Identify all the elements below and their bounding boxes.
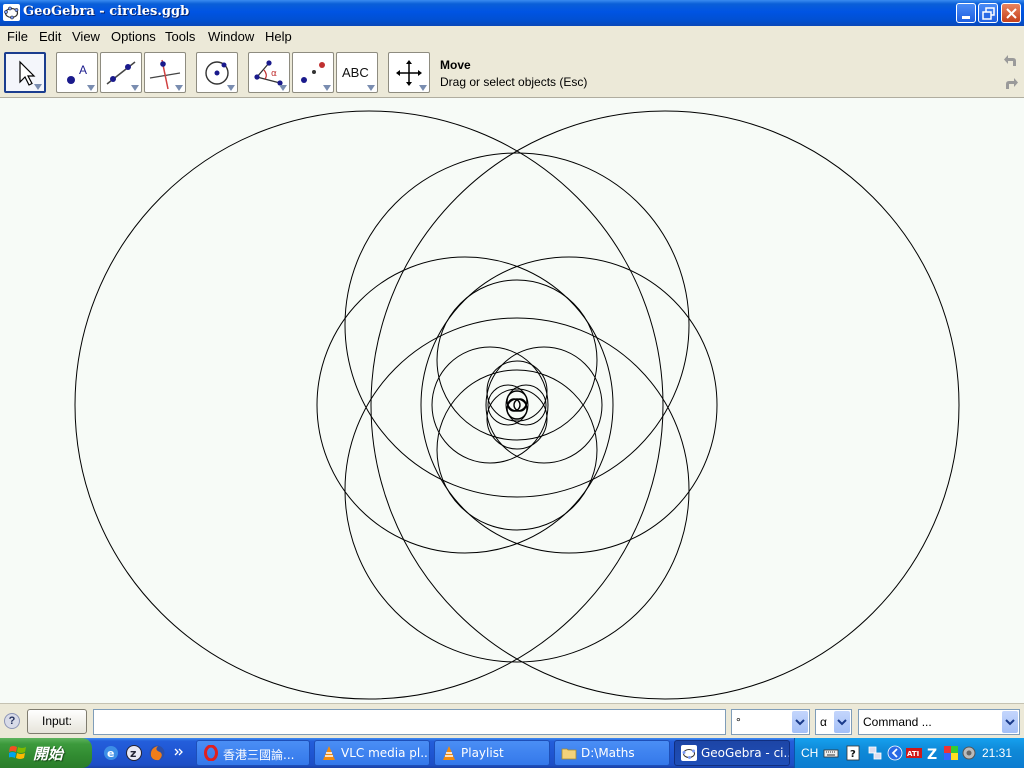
ie-icon[interactable]: e — [102, 744, 120, 762]
menu-tools[interactable]: Tools — [165, 29, 195, 44]
network-icon[interactable] — [867, 745, 883, 761]
menu-edit[interactable]: Edit — [39, 29, 61, 44]
circles-drawing[interactable] — [0, 98, 1024, 703]
text-tool-label: ABC — [342, 65, 369, 80]
redo-button[interactable] — [1002, 75, 1020, 93]
greek-combo[interactable]: α — [815, 709, 852, 735]
task-label: Playlist — [461, 746, 504, 760]
input-field[interactable] — [93, 709, 726, 735]
svg-text:z: z — [130, 747, 136, 760]
folder-icon — [561, 748, 577, 760]
task-vlc[interactable]: VLC media pl... — [314, 740, 430, 766]
color-squares-icon[interactable] — [943, 745, 959, 761]
start-button[interactable]: 開始 — [0, 738, 92, 768]
zonealarm-icon[interactable]: Z — [925, 745, 941, 761]
svg-text:e: e — [107, 747, 114, 760]
input-label-button[interactable]: Input: — [27, 709, 87, 734]
geometry-circle-5[interactable] — [316, 256, 614, 554]
close-button[interactable] — [1001, 3, 1021, 23]
geometry-circle-1[interactable] — [74, 110, 664, 700]
restore-button[interactable] — [978, 3, 998, 23]
point-label: A — [79, 63, 87, 77]
input-bar: ? Input: ° α Command ... — [0, 703, 1024, 738]
language-indicator[interactable]: CH — [801, 746, 818, 760]
task-label: VLC media pl... — [341, 746, 430, 760]
chevron-right-icon[interactable] — [173, 744, 185, 762]
system-tray: CH ? ATI Z 21:31 — [794, 738, 1024, 768]
tool-help-description: Drag or select objects (Esc) — [440, 75, 588, 89]
greek-combo-value: α — [820, 715, 827, 729]
task-label: GeoGebra - ci... — [701, 746, 790, 760]
menu-file[interactable]: File — [7, 29, 28, 44]
help-icon[interactable]: ? — [845, 745, 861, 761]
chevron-down-icon[interactable] — [792, 711, 808, 733]
geogebra-app-icon[interactable] — [3, 4, 20, 21]
menu-window[interactable]: Window — [208, 29, 254, 44]
svg-text:?: ? — [850, 749, 856, 760]
zoom-z-icon[interactable]: z — [125, 744, 143, 762]
text-tool-button[interactable]: ABC — [336, 52, 378, 93]
vlc-icon — [323, 746, 335, 760]
undo-icon — [1004, 55, 1016, 66]
svg-text:ATI: ATI — [907, 750, 919, 758]
line-tool-button[interactable] — [100, 52, 142, 93]
volume-icon[interactable] — [961, 745, 977, 761]
minimize-button[interactable] — [956, 3, 976, 23]
vlc-icon — [443, 746, 455, 760]
start-label: 開始 — [33, 745, 64, 763]
angle-tool-button[interactable]: α — [248, 52, 290, 93]
move-graphics-tool-button[interactable] — [388, 52, 430, 93]
move-tool-button[interactable] — [4, 52, 46, 93]
chevron-down-icon[interactable] — [1002, 711, 1018, 733]
tool-help-name: Move — [440, 58, 471, 72]
menu-bar: File Edit View Options Tools Window Help — [0, 26, 1024, 48]
taskbar: 開始 e z 香港三國論... VLC media pl... Playlist… — [0, 738, 1024, 768]
perpendicular-line-tool-button[interactable] — [144, 52, 186, 93]
circle-tool-button[interactable] — [196, 52, 238, 93]
task-opera[interactable]: 香港三國論... — [196, 740, 310, 766]
geometry-circle-2[interactable] — [370, 110, 960, 700]
task-label: 香港三國論... — [223, 748, 295, 762]
task-folder[interactable]: D:\Maths — [554, 740, 670, 766]
ati-icon[interactable]: ATI — [906, 745, 922, 761]
windows-logo-icon — [9, 746, 26, 759]
title-bar[interactable]: GeoGebra - circles.ggb — [0, 0, 1024, 26]
command-combo[interactable]: Command ... — [858, 709, 1020, 735]
input-help-icon[interactable]: ? — [4, 713, 20, 729]
menu-options[interactable]: Options — [111, 29, 156, 44]
undo-button[interactable] — [1002, 52, 1020, 70]
keyboard-icon[interactable] — [823, 745, 839, 761]
tool-help: Move Drag or select objects (Esc) — [440, 58, 587, 89]
window-title: GeoGebra - circles.ggb — [23, 4, 190, 19]
opera-icon — [204, 745, 218, 761]
degree-combo[interactable]: ° — [731, 709, 810, 735]
task-geogebra[interactable]: GeoGebra - ci... — [674, 740, 790, 766]
geogebra-icon — [681, 745, 697, 761]
clock: 21:31 — [981, 746, 1012, 760]
toolbar: A α ABC Move Drag or select objects (Esc… — [0, 48, 1024, 98]
menu-help[interactable]: Help — [265, 29, 292, 44]
menu-view[interactable]: View — [72, 29, 100, 44]
chevron-down-icon[interactable] — [834, 711, 850, 733]
svg-text:Z: Z — [927, 747, 937, 761]
command-combo-value: Command ... — [863, 715, 932, 729]
chevron-left-icon[interactable] — [887, 745, 903, 761]
graphics-view[interactable] — [0, 98, 1024, 703]
point-tool-button[interactable]: A — [56, 52, 98, 93]
alpha-label: α — [271, 69, 277, 79]
degree-combo-value: ° — [736, 715, 741, 729]
task-label: D:\Maths — [581, 746, 635, 760]
redo-icon — [1006, 78, 1018, 89]
firefox-icon[interactable] — [148, 744, 166, 762]
task-playlist[interactable]: Playlist — [434, 740, 550, 766]
geometry-circle-6[interactable] — [420, 256, 718, 554]
reflect-tool-button[interactable] — [292, 52, 334, 93]
geometry-circle-3[interactable] — [344, 152, 690, 498]
